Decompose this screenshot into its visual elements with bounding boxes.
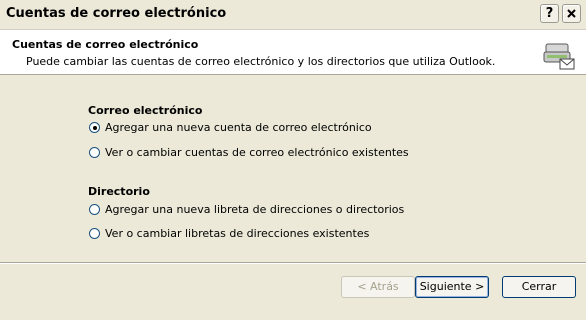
- radio-add-directory[interactable]: Agregar una nueva libreta de direcciones…: [89, 203, 404, 216]
- radio-view-directories[interactable]: Ver o cambiar libretas de direcciones ex…: [89, 227, 369, 240]
- cancel-button[interactable]: Cerrar: [502, 276, 576, 298]
- radio-button[interactable]: [89, 122, 100, 133]
- dialog-header: Cuentas de correo electrónico Puede camb…: [0, 30, 586, 75]
- directory-section-title: Directorio: [88, 185, 150, 198]
- back-button[interactable]: < Atrás: [341, 276, 415, 298]
- radio-button[interactable]: [89, 204, 100, 215]
- header-title: Cuentas de correo electrónico: [12, 38, 199, 51]
- mail-accounts-icon: [543, 43, 575, 70]
- radio-button[interactable]: [89, 228, 100, 239]
- radio-label: Agregar una nueva libreta de direcciones…: [105, 203, 405, 216]
- title-bar: Cuentas de correo electrónico ?: [0, 0, 586, 30]
- radio-label: Agregar una nueva cuenta de correo elect…: [105, 121, 372, 134]
- help-button[interactable]: ?: [540, 4, 559, 23]
- footer-divider: [0, 262, 586, 264]
- close-window-button[interactable]: [562, 4, 581, 23]
- close-icon: [567, 9, 576, 18]
- window-title: Cuentas de correo electrónico: [6, 6, 227, 21]
- header-subtitle: Puede cambiar las cuentas de correo elec…: [26, 55, 496, 68]
- next-button[interactable]: Siguiente >: [415, 276, 489, 298]
- radio-button[interactable]: [89, 147, 100, 158]
- email-section-title: Correo electrónico: [88, 104, 203, 117]
- radio-add-email-account[interactable]: Agregar una nueva cuenta de correo elect…: [89, 121, 372, 134]
- radio-label: Ver o cambiar libretas de direcciones ex…: [105, 227, 370, 240]
- radio-view-email-accounts[interactable]: Ver o cambiar cuentas de correo electrón…: [89, 146, 409, 159]
- radio-label: Ver o cambiar cuentas de correo electrón…: [105, 146, 409, 159]
